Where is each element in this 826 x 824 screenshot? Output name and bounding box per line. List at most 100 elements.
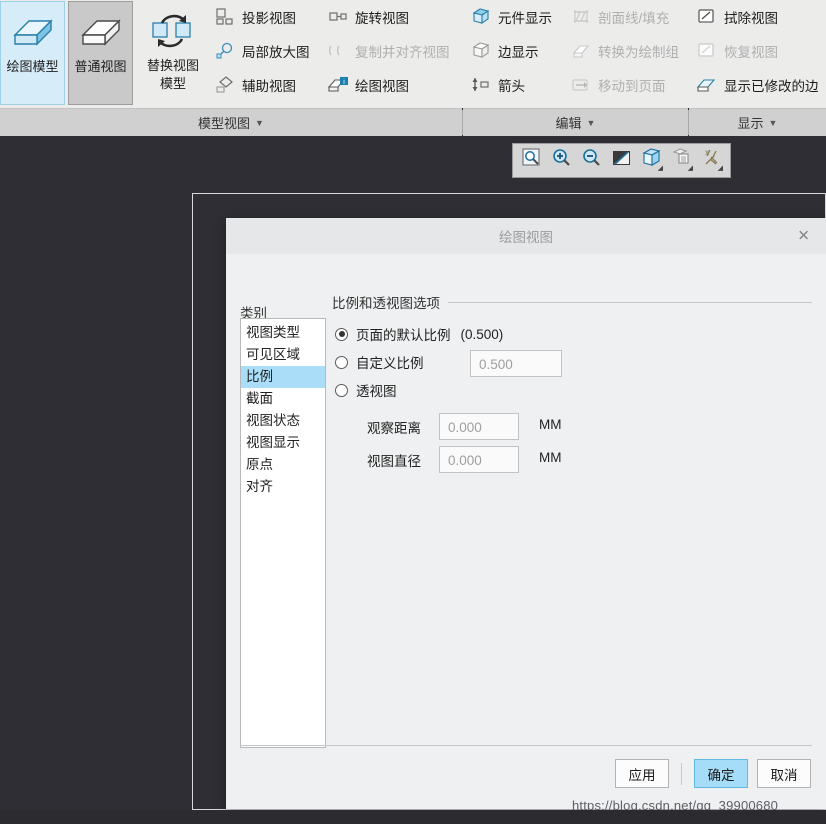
field-row-view-distance: 观察距离 <box>367 417 421 437</box>
move-to-sheet-icon <box>570 75 592 95</box>
close-icon[interactable]: ✕ <box>797 229 810 244</box>
repaint-button[interactable] <box>608 147 635 174</box>
convert-to-draft-group-icon <box>570 41 592 61</box>
general-view-icon <box>77 8 125 58</box>
ribbon-group-footer-display[interactable]: 显示 ▼ <box>689 108 826 136</box>
ribbon-group-separator <box>688 110 689 135</box>
display-style-button[interactable]: ◢ <box>638 147 665 174</box>
rotate-view-icon <box>327 7 349 27</box>
view-diameter-label: 视图直径 <box>367 454 421 469</box>
zoom-out-button[interactable] <box>578 147 605 174</box>
view-distance-input[interactable]: 0.000 <box>439 413 519 440</box>
ribbon-button-arrow[interactable]: 箭头 <box>468 71 525 99</box>
button-separator <box>681 762 682 785</box>
ribbon-group-footer-model-view[interactable]: 模型视图 ▼ <box>0 108 462 136</box>
ribbon-button-drawing-model[interactable]: 绘图模型 <box>0 1 65 105</box>
category-item-alignment[interactable]: 对齐 <box>241 476 325 498</box>
ribbon-button-general-view[interactable]: 普通视图 <box>68 1 133 105</box>
category-item-view-display[interactable]: 视图显示 <box>241 432 325 454</box>
ribbon-group-model-view: 绘图模型 普通视图 替换视图 模型 投影视图 局部放大图 辅助视图 旋转视图 复… <box>0 0 462 108</box>
section-header-rule <box>448 301 812 303</box>
option-default-scale[interactable]: 页面的默认比例 (0.500) <box>335 324 503 344</box>
option-custom-scale-label: 自定义比例 <box>356 356 424 371</box>
zoom-fit-icon <box>521 147 543 174</box>
ribbon-button-hatch-fill: 剖面线/填充 <box>568 3 669 31</box>
category-item-scale[interactable]: 比例 <box>241 366 325 388</box>
ribbon-button-label: 显示已修改的边 <box>724 79 819 94</box>
chevron-down-icon: ▼ <box>586 117 596 128</box>
category-list[interactable]: 视图类型 可见区域 比例 截面 视图状态 视图显示 原点 对齐 <box>240 318 326 748</box>
apply-button[interactable]: 应用 <box>615 759 669 788</box>
option-perspective[interactable]: 透视图 <box>335 380 397 400</box>
option-custom-scale[interactable]: 自定义比例 <box>335 352 424 372</box>
restore-view-icon <box>696 41 718 61</box>
ribbon-button-label: 绘图视图 <box>355 79 409 94</box>
replace-view-model-icon <box>148 7 198 57</box>
ribbon-button-projection-view[interactable]: 投影视图 <box>212 3 296 31</box>
ribbon-button-edge-display[interactable]: 边显示 <box>468 37 539 65</box>
ribbon-button-label: 辅助视图 <box>242 79 296 94</box>
view-distance-label: 观察距离 <box>367 421 421 436</box>
chevron-down-icon: ▼ <box>255 117 264 128</box>
custom-scale-input[interactable]: 0.500 <box>470 350 562 377</box>
ribbon-button-drawing-view[interactable]: i 绘图视图 <box>325 71 409 99</box>
ribbon-button-component-display[interactable]: 元件显示 <box>468 3 552 31</box>
ribbon-group-separator <box>462 110 463 135</box>
radio-custom-scale[interactable] <box>335 355 348 369</box>
cancel-button[interactable]: 取消 <box>757 759 811 788</box>
ribbon-button-label: 箭头 <box>498 79 525 94</box>
ribbon-button-convert-to-draft-group: 转换为绘制组 <box>568 37 679 65</box>
radio-perspective[interactable] <box>335 383 348 397</box>
ribbon-button-auxiliary-view[interactable]: 辅助视图 <box>212 71 296 99</box>
ribbon-button-rotate-view[interactable]: 旋转视图 <box>325 3 409 31</box>
radio-default-scale[interactable] <box>335 327 348 341</box>
zoom-in-icon <box>551 147 573 174</box>
category-item-view-type[interactable]: 视图类型 <box>241 322 325 344</box>
ribbon-button-label: 旋转视图 <box>355 11 409 26</box>
layers-button[interactable]: ◢ <box>668 147 695 174</box>
ribbon-button-label: 边显示 <box>498 45 539 60</box>
zoom-in-button[interactable] <box>548 147 575 174</box>
dialog-title: 绘图视图 <box>499 230 553 245</box>
ribbon-group-footer-edit[interactable]: 编辑 ▼ <box>463 108 688 136</box>
ribbon-button-restore-view: 恢复视图 <box>694 37 778 65</box>
ok-button[interactable]: 确定 <box>694 759 748 788</box>
dropdown-arrow-icon: ◢ <box>717 165 723 172</box>
ribbon-button-show-modified-edges[interactable]: 显示已修改的边 <box>694 71 819 99</box>
copy-align-view-icon <box>327 41 349 61</box>
category-item-view-state[interactable]: 视图状态 <box>241 410 325 432</box>
ribbon-group-footer-label: 显示 <box>737 116 764 131</box>
category-item-section[interactable]: 截面 <box>241 388 325 410</box>
ribbon-button-erase-view[interactable]: 拭除视图 <box>694 3 778 31</box>
section-header-label: 比例和透视图选项 <box>332 296 440 311</box>
repaint-icon <box>611 147 633 174</box>
dropdown-arrow-icon: ◢ <box>687 165 693 172</box>
field-row-view-diameter: 视图直径 <box>367 450 421 470</box>
ribbon-button-label: 替换视图 模型 <box>146 58 199 91</box>
ribbon-button-label: 复制并对齐视图 <box>355 45 450 60</box>
component-display-icon <box>470 7 492 27</box>
ribbon-button-replace-view-model[interactable]: 替换视图 模型 <box>137 1 209 105</box>
ribbon-button-label: 绘图模型 <box>6 59 59 74</box>
edge-display-icon <box>470 41 492 61</box>
ribbon-button-detailed-view[interactable]: 局部放大图 <box>212 37 310 65</box>
category-item-visible-area[interactable]: 可见区域 <box>241 344 325 366</box>
ribbon-button-label: 转换为绘制组 <box>598 45 679 60</box>
ribbon-group-footer-label: 模型视图 <box>198 116 251 131</box>
drawing-view-icon: i <box>327 75 349 95</box>
drawing-model-icon <box>9 8 57 58</box>
zoom-fit-button[interactable] <box>518 147 545 174</box>
chevron-down-icon: ▼ <box>768 117 778 128</box>
auxiliary-view-icon <box>214 75 236 95</box>
ribbon-group-footer-label: 编辑 <box>555 116 582 131</box>
ribbon-button-label: 拭除视图 <box>724 11 778 26</box>
dialog-body: 类别 视图类型 可见区域 比例 截面 视图状态 视图显示 原点 对齐 比例和透视… <box>226 254 826 748</box>
option-default-scale-value: (0.500) <box>460 326 504 342</box>
ribbon-toolbar: 绘图模型 普通视图 替换视图 模型 投影视图 局部放大图 辅助视图 旋转视图 复… <box>0 0 826 136</box>
dropdown-arrow-icon: ◢ <box>657 165 663 172</box>
category-item-origin[interactable]: 原点 <box>241 454 325 476</box>
view-diameter-unit: MM <box>539 450 562 465</box>
datum-display-button[interactable]: x ◢ <box>698 147 725 174</box>
view-diameter-input[interactable]: 0.000 <box>439 446 519 473</box>
bottom-bar <box>0 810 826 824</box>
